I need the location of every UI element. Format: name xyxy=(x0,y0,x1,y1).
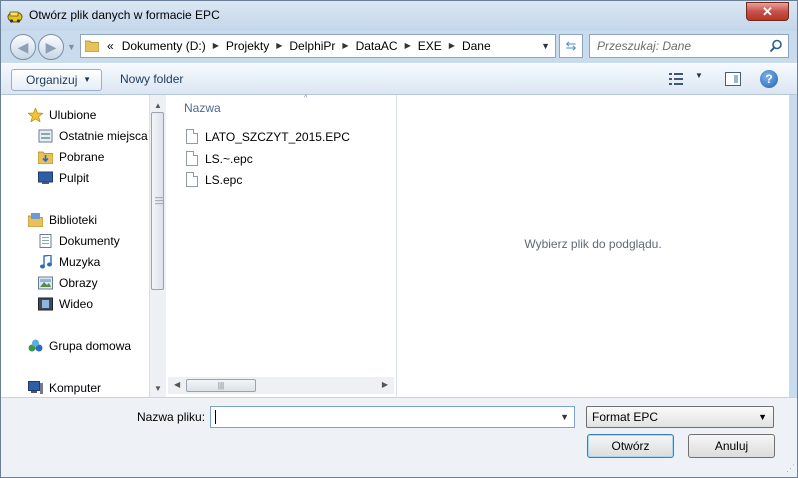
breadcrumb-separator-icon[interactable]: ▶ xyxy=(402,35,414,57)
view-dropdown-icon[interactable]: ▼ xyxy=(695,71,703,80)
nav-label: Dokumenty xyxy=(59,234,120,248)
command-bar: Organizuj ▼ Nowy folder ▼ ? xyxy=(1,63,797,95)
forward-arrow-icon: ▶ xyxy=(45,39,57,55)
close-icon: ✕ xyxy=(762,4,773,19)
scrollbar-thumb[interactable]: ||| xyxy=(186,379,256,392)
chevron-down-icon: ▼ xyxy=(758,412,767,422)
navigation-scrollbar[interactable]: ▲ — — — ▼ xyxy=(149,95,166,397)
preview-pane: Wybierz plik do podglądu. xyxy=(397,95,789,397)
forward-button[interactable]: ▶ xyxy=(38,34,64,60)
folder-icon xyxy=(85,40,99,52)
new-folder-button[interactable]: Nowy folder xyxy=(120,64,183,95)
file-name: LATO_SZCZYT_2015.EPC xyxy=(205,130,350,144)
app-icon xyxy=(7,11,23,23)
file-name: LS.~.epc xyxy=(205,152,253,166)
recent-locations-dropdown-icon[interactable]: ▼ xyxy=(67,42,76,52)
file-icon xyxy=(186,129,198,144)
breadcrumb: «Dokumenty (D:) ▶ Projekty ▶ DelphiPr ▶ DataAC… xyxy=(103,35,495,57)
file-icon xyxy=(186,172,198,187)
chevron-down-icon: ▼ xyxy=(83,75,91,84)
downloads-folder-icon xyxy=(38,151,53,164)
bottom-panel: Nazwa pliku: ▼ Format EPC ▼ Otwórz Anulu… xyxy=(1,397,797,477)
file-list: ^ Nazwa LATO_SZCZYT_2015.EPC LS.~.epc LS… xyxy=(166,95,397,397)
file-type-select[interactable]: Format EPC ▼ xyxy=(586,406,774,428)
nav-label: Grupa domowa xyxy=(49,339,132,353)
view-options-icon[interactable] xyxy=(669,73,683,85)
breadcrumb-item[interactable]: Projekty xyxy=(222,35,273,57)
nav-label: Komputer xyxy=(49,381,102,395)
filename-label: Nazwa pliku: xyxy=(137,410,206,424)
sort-ascending-icon: ^ xyxy=(304,95,308,102)
computer-icon xyxy=(28,381,43,394)
nav-label: Pulpit xyxy=(59,171,90,185)
text-caret xyxy=(215,410,216,424)
desktop-icon xyxy=(38,171,53,184)
open-button[interactable]: Otwórz xyxy=(587,434,674,458)
breadcrumb-overflow[interactable]: « xyxy=(103,35,118,57)
scroll-down-icon[interactable]: ▼ xyxy=(154,384,162,393)
filename-dropdown-icon[interactable]: ▼ xyxy=(560,407,569,427)
preview-message: Wybierz plik do podglądu. xyxy=(524,237,662,251)
address-row: ◀ ▶ ▼ «Dokumenty (D:) ▶ Projekty ▶ DelphiPr ▶… xyxy=(1,31,797,63)
breadcrumb-separator-icon[interactable]: ▶ xyxy=(273,35,285,57)
grip-icon: — — — xyxy=(155,193,163,208)
videos-icon xyxy=(38,297,53,311)
file-list-scrollbar[interactable]: ◀ ||| ▶ xyxy=(168,377,394,394)
help-icon[interactable]: ? xyxy=(760,70,778,88)
title-bar[interactable]: Otwórz plik danych w formacie EPC ✕ xyxy=(1,1,797,31)
pictures-icon xyxy=(38,276,53,290)
navigation-pane: Ulubione Ostatnie miejsca Pobrane Pulpit… xyxy=(1,95,149,397)
scroll-right-icon[interactable]: ▶ xyxy=(382,380,388,389)
breadcrumb-item[interactable]: Dane xyxy=(458,35,495,57)
file-name: LS.epc xyxy=(205,173,243,187)
open-file-dialog: Otwórz plik danych w formacie EPC ✕ ◀ ▶ … xyxy=(0,0,798,478)
preview-pane-icon[interactable] xyxy=(725,72,741,86)
refresh-button[interactable]: ⇆ xyxy=(559,34,583,58)
nav-label: Wideo xyxy=(59,297,94,311)
back-button[interactable]: ◀ xyxy=(10,34,36,60)
recent-places-icon xyxy=(38,129,53,143)
refresh-icon: ⇆ xyxy=(565,38,577,53)
star-icon xyxy=(28,108,43,122)
scroll-left-icon[interactable]: ◀ xyxy=(174,380,180,389)
breadcrumb-separator-icon[interactable]: ▶ xyxy=(210,35,222,57)
scrollbar-thumb[interactable]: — — — xyxy=(151,112,164,290)
documents-icon xyxy=(39,234,52,248)
search-icon[interactable] xyxy=(769,39,783,53)
filename-input[interactable]: ▼ xyxy=(210,406,575,428)
search-input[interactable]: Przeszukaj: Dane xyxy=(597,35,691,57)
nav-label: Biblioteki xyxy=(49,213,98,227)
breadcrumb-separator-icon[interactable]: ▶ xyxy=(446,35,458,57)
close-button[interactable]: ✕ xyxy=(746,2,789,21)
nav-label: Ulubione xyxy=(49,108,97,122)
cancel-button[interactable]: Anuluj xyxy=(688,434,775,458)
breadcrumb-item[interactable]: EXE xyxy=(414,35,446,57)
breadcrumb-separator-icon[interactable]: ▶ xyxy=(339,35,351,57)
address-dropdown-icon[interactable]: ▼ xyxy=(541,35,550,57)
column-header-name[interactable]: Nazwa xyxy=(184,101,221,115)
address-bar[interactable]: «Dokumenty (D:) ▶ Projekty ▶ DelphiPr ▶ DataAC… xyxy=(80,34,556,58)
file-type-value: Format EPC xyxy=(592,410,659,424)
window-frame-edge xyxy=(789,95,797,397)
breadcrumb-item[interactable]: DelphiPr xyxy=(285,35,339,57)
nav-label: Muzyka xyxy=(59,255,101,269)
organize-label: Organizuj xyxy=(26,73,78,87)
window-title: Otwórz plik danych w formacie EPC xyxy=(29,8,220,22)
grip-icon: ||| xyxy=(217,381,225,390)
file-icon xyxy=(186,151,198,166)
homegroup-icon xyxy=(28,339,43,352)
music-icon xyxy=(40,255,52,269)
nav-label: Obrazy xyxy=(59,276,98,290)
scroll-up-icon[interactable]: ▲ xyxy=(154,101,162,110)
nav-label: Pobrane xyxy=(59,150,105,164)
breadcrumb-item[interactable]: DataAC xyxy=(352,35,402,57)
breadcrumb-item[interactable]: Dokumenty (D:) xyxy=(118,35,210,57)
resize-grip-icon[interactable]: ⋰ xyxy=(786,463,795,474)
libraries-icon xyxy=(28,213,43,227)
search-box[interactable]: Przeszukaj: Dane xyxy=(589,34,789,58)
nav-label: Ostatnie miejsca xyxy=(59,129,148,143)
organize-button[interactable]: Organizuj ▼ xyxy=(11,69,102,91)
back-arrow-icon: ◀ xyxy=(17,39,29,55)
